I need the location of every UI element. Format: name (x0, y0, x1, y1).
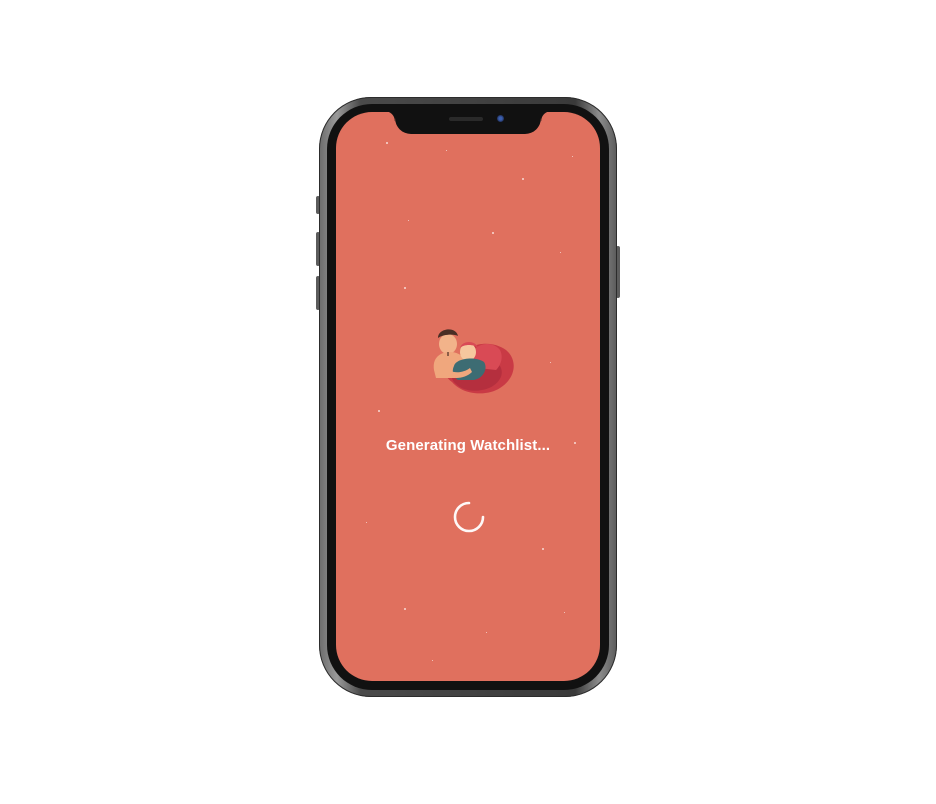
loading-screen: Generating Watchlist... (336, 112, 600, 681)
background-speck (404, 608, 406, 610)
background-speck (560, 252, 561, 253)
background-speck (378, 410, 380, 412)
background-speck (432, 660, 433, 661)
background-speck (550, 362, 551, 363)
background-speck (366, 522, 367, 523)
couple-hug-illustration (433, 329, 514, 394)
earpiece-speaker (449, 117, 483, 121)
background-speck (486, 632, 487, 633)
background-speck (404, 287, 406, 289)
loading-spinner-icon (453, 501, 485, 533)
loading-message: Generating Watchlist... (385, 437, 551, 454)
background-speck (564, 612, 565, 613)
camera-notch (385, 112, 551, 134)
background-speck (492, 232, 494, 234)
background-speck (542, 548, 544, 550)
background-speck (408, 220, 409, 221)
background-speck (446, 150, 447, 151)
background-speck (386, 142, 388, 144)
front-camera-icon (497, 115, 504, 122)
background-speck (572, 156, 573, 157)
page-canvas: Generating Watchlist... (0, 0, 936, 804)
background-speck (522, 178, 524, 180)
